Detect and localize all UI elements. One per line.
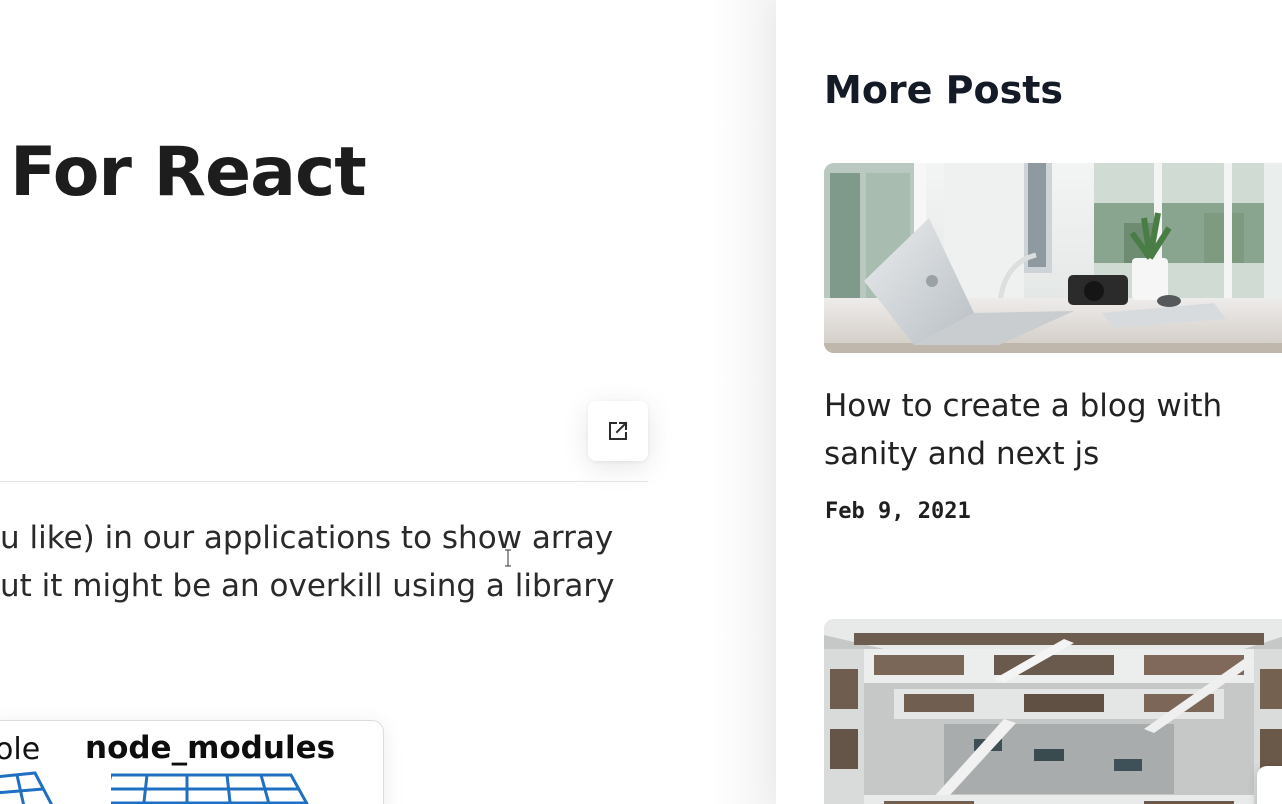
article-paragraph-line: ut it might be an overkill using a libra… bbox=[0, 568, 615, 604]
grid-icon bbox=[0, 771, 65, 804]
post-date: Feb 9, 2021 bbox=[825, 499, 971, 524]
article-body: u like) in our applications to show arra… bbox=[0, 514, 660, 610]
more-posts-sidebar: More Posts How to create a blog with san… bbox=[776, 0, 1282, 804]
post-thumbnail-library[interactable] bbox=[824, 619, 1282, 804]
text-cursor-icon bbox=[504, 549, 512, 567]
meme-right-label: node_modules bbox=[85, 730, 336, 766]
divider bbox=[0, 481, 648, 482]
article-content: For React u like) in our applications to… bbox=[0, 0, 712, 804]
post-title-link[interactable]: How to create a blog with sanity and nex… bbox=[824, 382, 1264, 478]
page: For React u like) in our applications to… bbox=[0, 0, 1282, 804]
meme-left-label: ole bbox=[0, 732, 41, 767]
article-title: For React bbox=[10, 133, 367, 212]
external-link-icon bbox=[606, 419, 630, 443]
scroll-top-button[interactable] bbox=[1257, 766, 1282, 804]
post-thumbnail-laptop-desk[interactable] bbox=[824, 163, 1282, 353]
share-button[interactable] bbox=[588, 401, 648, 461]
meme-image: ole node_modules bbox=[0, 720, 384, 804]
more-posts-heading: More Posts bbox=[824, 68, 1064, 112]
article-paragraph-line: u like) in our applications to show arra… bbox=[0, 520, 614, 556]
grid-icon bbox=[101, 771, 331, 804]
sidebar-shadow bbox=[712, 0, 778, 804]
